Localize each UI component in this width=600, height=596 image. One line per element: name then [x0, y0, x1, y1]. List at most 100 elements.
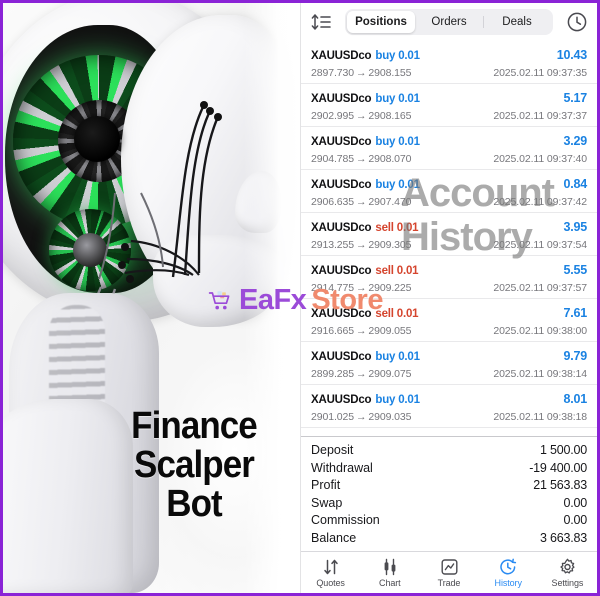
app-topbar: Positions Orders Deals — [301, 3, 597, 41]
table-row[interactable]: XAUUSDco sell 0.01 3.95 2913.255 → 2909.305 20… — [301, 213, 597, 256]
position-profit: 3.95 — [563, 220, 587, 234]
position-profit: 5.17 — [563, 91, 587, 105]
position-prices: 2901.025 → 2909.035 — [311, 411, 412, 423]
position-prices: 2904.785 → 2908.070 — [311, 153, 412, 165]
tab-history[interactable]: History — [479, 557, 538, 588]
position-side-volume: buy 0.01 — [375, 179, 420, 191]
position-profit: 9.79 — [563, 349, 587, 363]
position-symbol: XAUUSDco — [311, 351, 372, 363]
table-row[interactable]: XAUUSDco buy 0.01 8.01 2901.025 → 2909.035 202… — [301, 385, 597, 428]
summary-row: Balance 3 663.83 — [311, 530, 587, 548]
tab-chart-label: Chart — [379, 578, 401, 588]
position-symbol: XAUUSDco — [311, 265, 372, 277]
app-window: Finance Scalper Bot Positions Orders Dea… — [0, 0, 600, 596]
summary-row: Withdrawal -19 400.00 — [311, 460, 587, 478]
table-row[interactable]: XAUUSDco buy 0.01 0.84 2906.635 → 2907.470 202… — [301, 170, 597, 213]
tab-orders[interactable]: Orders — [415, 11, 483, 33]
mt5-app-panel: Positions Orders Deals XAUUSDco buy 0.01 1… — [300, 3, 597, 593]
position-side-volume: buy 0.01 — [375, 93, 420, 105]
position-profit: 10.43 — [556, 48, 587, 62]
promo-image-panel: Finance Scalper Bot — [3, 3, 300, 593]
tab-positions[interactable]: Positions — [347, 11, 415, 33]
position-side-volume: buy 0.01 — [375, 136, 420, 148]
position-instrument: XAUUSDco buy 0.01 — [311, 90, 420, 107]
history-clock-icon — [479, 557, 538, 577]
clock-icon[interactable] — [565, 10, 589, 34]
position-time: 2025.02.11 09:37:54 — [493, 239, 587, 251]
position-prices: 2902.995 → 2908.165 — [311, 110, 412, 122]
position-time: 2025.02.11 09:37:35 — [493, 67, 587, 79]
position-row-top: XAUUSDco sell 0.01 5.55 — [311, 262, 587, 279]
position-time: 2025.02.11 09:37:40 — [493, 153, 587, 165]
position-row-bottom: 2914.775 → 2909.225 2025.02.11 09:37:57 — [311, 281, 587, 296]
position-profit: 0.84 — [563, 177, 587, 191]
promo-title-line-2: Scalper — [134, 443, 255, 486]
position-instrument: XAUUSDco buy 0.01 — [311, 47, 420, 64]
tab-quotes-label: Quotes — [316, 578, 345, 588]
table-row[interactable]: XAUUSDco buy 0.01 3.29 2904.785 → 2908.070 202… — [301, 127, 597, 170]
promo-title-line-1: Finance — [131, 405, 258, 447]
summary-label: Deposit — [311, 443, 354, 457]
tab-trade[interactable]: Trade — [419, 557, 478, 588]
table-row[interactable]: XAUUSDco buy 0.01 5.17 2902.995 → 2908.165 202… — [301, 84, 597, 127]
tab-settings[interactable]: Settings — [538, 557, 597, 588]
position-row-bottom: 2906.635 → 2907.470 2025.02.11 09:37:42 — [311, 195, 587, 210]
sort-icon[interactable] — [309, 11, 333, 33]
position-row-bottom: 2902.995 → 2908.165 2025.02.11 09:37:37 — [311, 109, 587, 124]
position-row-top: XAUUSDco buy 0.01 5.17 — [311, 90, 587, 107]
table-row[interactable]: XAUUSDco buy 0.01 9.79 2899.285 → 2909.075 202… — [301, 342, 597, 385]
position-time: 2025.02.11 09:37:57 — [493, 282, 587, 294]
table-row[interactable]: XAUUSDco sell 0.01 7.61 2916.665 → 2909.055 20… — [301, 299, 597, 342]
list-type-segmented-control[interactable]: Positions Orders Deals — [345, 9, 553, 35]
tab-trade-label: Trade — [437, 578, 461, 588]
robot-turbine-hub — [74, 116, 120, 162]
tab-deals[interactable]: Deals — [483, 11, 551, 33]
position-instrument: XAUUSDco buy 0.01 — [311, 176, 420, 193]
summary-value: 3 663.83 — [539, 530, 587, 545]
position-prices: 2906.635 → 2907.470 — [311, 196, 412, 208]
table-row[interactable]: XAUUSDco buy 0.01 10.43 2897.730 → 2908.155 20… — [301, 41, 597, 84]
gear-icon — [538, 557, 597, 577]
position-side-volume: sell 0.01 — [375, 308, 419, 320]
arrows-updown-icon — [301, 557, 360, 577]
position-symbol: XAUUSDco — [311, 394, 372, 406]
summary-value: 21 563.83 — [533, 478, 587, 492]
position-side-volume: sell 0.01 — [375, 265, 419, 277]
position-symbol: XAUUSDco — [311, 50, 372, 62]
chart-box-icon — [419, 557, 478, 577]
summary-row: Profit 21 563.83 — [311, 477, 587, 495]
summary-value: -19 400.00 — [529, 460, 587, 475]
position-row-top: XAUUSDco sell 0.01 3.95 — [311, 219, 587, 236]
tab-quotes[interactable]: Quotes — [301, 557, 360, 588]
candlestick-icon — [360, 557, 419, 577]
position-profit: 5.55 — [563, 263, 587, 277]
bottom-tabbar[interactable]: Quotes Chart Trade History Settings — [301, 551, 597, 593]
position-symbol: XAUUSDco — [311, 93, 372, 105]
tab-settings-label: Settings — [551, 578, 584, 588]
positions-list[interactable]: XAUUSDco buy 0.01 10.43 2897.730 → 2908.155 20… — [301, 41, 597, 436]
position-side-volume: buy 0.01 — [375, 394, 420, 406]
position-instrument: XAUUSDco sell 0.01 — [311, 305, 419, 322]
position-row-top: XAUUSDco buy 0.01 10.43 — [311, 47, 587, 64]
position-side-volume: buy 0.01 — [375, 351, 420, 363]
position-time: 2025.02.11 09:37:37 — [493, 110, 587, 122]
summary-value: 0.00 — [563, 513, 587, 527]
position-prices: 2897.730 → 2908.155 — [311, 67, 412, 79]
position-profit: 8.01 — [563, 392, 587, 406]
position-time: 2025.02.11 09:37:42 — [493, 196, 587, 208]
summary-row: Swap 0.00 — [311, 495, 587, 513]
position-side-volume: buy 0.01 — [375, 50, 420, 62]
position-prices: 2916.665 → 2909.055 — [311, 325, 412, 337]
tab-chart[interactable]: Chart — [360, 557, 419, 588]
summary-label: Withdrawal — [311, 460, 373, 475]
summary-label: Swap — [311, 495, 343, 510]
account-summary: Deposit 1 500.00 Withdrawal -19 400.00 Profi… — [301, 436, 597, 551]
position-symbol: XAUUSDco — [311, 222, 372, 234]
position-row-bottom: 2913.255 → 2909.305 2025.02.11 09:37:54 — [311, 238, 587, 253]
position-instrument: XAUUSDco sell 0.01 — [311, 219, 419, 236]
position-row-bottom: 2897.730 → 2908.155 2025.02.11 09:37:35 — [311, 66, 587, 81]
position-instrument: XAUUSDco buy 0.01 — [311, 133, 420, 150]
table-row[interactable]: XAUUSDco sell 0.01 5.55 2914.775 → 2909.225 20… — [301, 256, 597, 299]
tab-history-label: History — [494, 578, 522, 588]
position-instrument: XAUUSDco sell 0.01 — [311, 262, 419, 279]
